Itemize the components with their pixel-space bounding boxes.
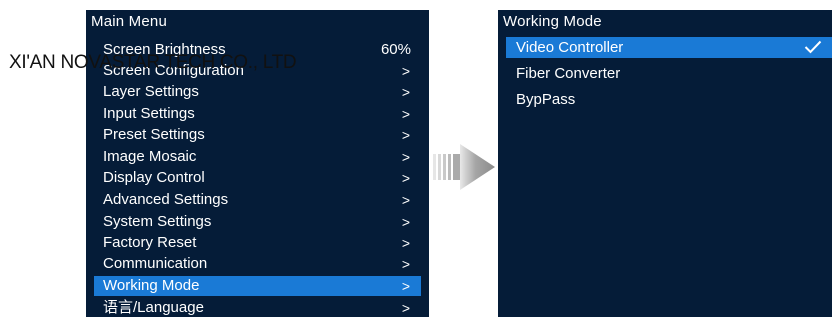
menu-item-label: System Settings <box>103 213 212 230</box>
menu-item-label: Input Settings <box>103 105 195 122</box>
menu-item-label: Working Mode <box>103 277 200 294</box>
menu-item-working-mode[interactable]: Working Mode > <box>94 276 421 296</box>
brightness-value: 60% <box>380 41 411 58</box>
watermark: XI'AN NOVASTAR TECH CO., LTD <box>9 52 297 73</box>
option-label: BypPass <box>516 91 576 108</box>
menu-item-factory-reset[interactable]: Factory Reset > <box>94 233 421 253</box>
menu-item-preset-settings[interactable]: Preset Settings > <box>94 125 421 145</box>
chevron-right-icon: > <box>401 235 410 251</box>
option-video-controller[interactable]: Video Controller <box>506 37 832 58</box>
chevron-right-icon: > <box>401 63 410 79</box>
menu-item-display-control[interactable]: Display Control > <box>94 168 421 188</box>
chevron-right-icon: > <box>401 256 410 272</box>
option-label: Fiber Converter <box>516 65 621 82</box>
menu-item-label: Preset Settings <box>103 126 205 143</box>
menu-item-label: Display Control <box>103 169 205 186</box>
menu-item-label: Layer Settings <box>103 83 199 100</box>
menu-item-advanced-settings[interactable]: Advanced Settings > <box>94 190 421 210</box>
menu-item-label: 语言/Language <box>103 299 204 316</box>
option-fiber-converter[interactable]: Fiber Converter <box>506 63 832 84</box>
working-mode-panel: Working Mode Video Controller Fiber Conv… <box>498 10 832 317</box>
option-byppass[interactable]: BypPass <box>506 89 832 110</box>
menu-item-input-settings[interactable]: Input Settings > <box>94 104 421 124</box>
chevron-right-icon: > <box>401 106 410 122</box>
menu-item-label: Factory Reset <box>103 234 197 251</box>
working-mode-title: Working Mode <box>503 13 602 30</box>
menu-item-image-mosaic[interactable]: Image Mosaic > <box>94 147 421 167</box>
chevron-right-icon: > <box>401 278 410 294</box>
chevron-right-icon: > <box>401 149 410 165</box>
menu-item-label: Advanced Settings <box>103 191 229 208</box>
menu-item-layer-settings[interactable]: Layer Settings > <box>94 82 421 102</box>
chevron-right-icon: > <box>401 300 410 316</box>
menu-item-language[interactable]: 语言/Language > <box>94 298 421 318</box>
chevron-right-icon: > <box>401 170 410 186</box>
menu-item-label: Communication <box>103 255 208 272</box>
menu-item-system-settings[interactable]: System Settings > <box>94 212 421 232</box>
chevron-right-icon: > <box>401 84 410 100</box>
chevron-right-icon: > <box>401 127 410 143</box>
menu-item-label: Image Mosaic <box>103 148 197 165</box>
menu-item-communication[interactable]: Communication > <box>94 254 421 274</box>
option-label: Video Controller <box>516 39 624 56</box>
right-arrow-icon <box>433 144 495 190</box>
main-menu-title: Main Menu <box>91 13 168 30</box>
check-icon <box>804 40 822 54</box>
chevron-right-icon: > <box>401 214 410 230</box>
chevron-right-icon: > <box>401 192 410 208</box>
